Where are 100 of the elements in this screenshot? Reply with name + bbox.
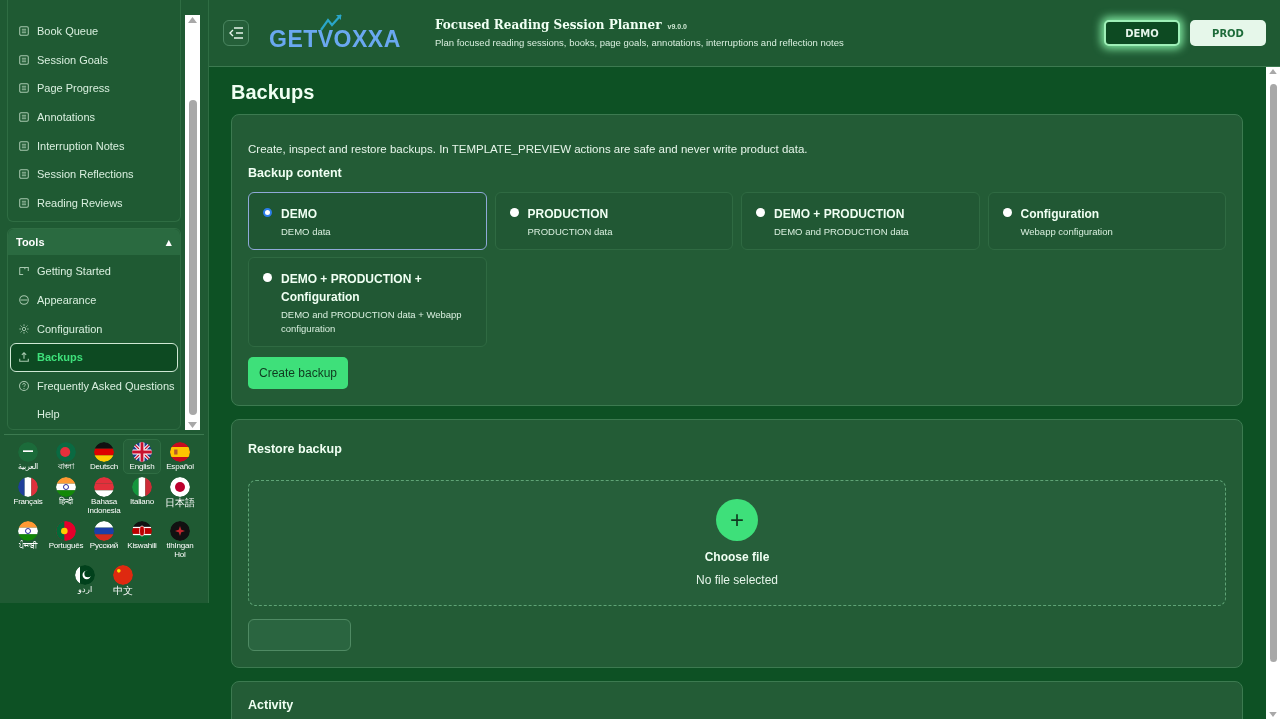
section-title: Backup content	[248, 166, 342, 180]
sidebar-item[interactable]: Backups	[10, 342, 178, 372]
language-label: Italiano	[129, 498, 155, 507]
collapse-sidebar-button[interactable]	[223, 20, 249, 46]
radio-button[interactable]	[509, 208, 519, 217]
language-label: Bahasa Indonesia	[86, 498, 122, 516]
sidebar-item[interactable]: Session Reflections	[10, 159, 178, 189]
option-title: Configuration	[1020, 206, 1101, 223]
upload-icon	[18, 351, 30, 364]
backup-content-option[interactable]: DEMO DEMO data	[248, 192, 487, 250]
section-title: Restore backup	[248, 442, 342, 456]
flag-icon	[18, 442, 38, 462]
flag-icon	[94, 521, 114, 542]
collapse-caret[interactable]: ▴	[166, 235, 172, 249]
sidebar-item[interactable]: Book Queue	[10, 17, 178, 46]
scroll-down-icon[interactable]	[1269, 712, 1277, 717]
radio-button[interactable]	[756, 208, 765, 217]
sidebar-item[interactable]: Getting Started	[10, 257, 178, 286]
language-option[interactable]: 日本語	[161, 474, 199, 519]
environment-toggle[interactable]: DEMO	[1104, 20, 1180, 46]
flag-icon	[132, 521, 152, 542]
language-option[interactable]: ਪੰਜਾਬੀ	[9, 518, 47, 562]
language-label: ਪੰਜਾਬੀ	[18, 542, 38, 551]
language-label: العربية	[18, 463, 38, 472]
option-title: PRODUCTION	[527, 206, 610, 223]
language-option[interactable]: हिन्दी	[47, 474, 85, 519]
option-description: DEMO data	[281, 225, 331, 239]
flag-icon	[56, 521, 76, 542]
language-option[interactable]: Deutsch	[85, 439, 123, 475]
language-label: Español	[166, 463, 194, 472]
create-backup-button[interactable]: Create backup	[248, 357, 349, 389]
backup-content-option[interactable]: PRODUCTION PRODUCTION data	[494, 192, 733, 250]
language-option[interactable]: tlhIngan Hol	[161, 518, 199, 562]
intro-text: Create, inspect and restore backups. In TEMPLATE_PREVIEW actions are safe and never write product data.	[248, 143, 808, 155]
language-option[interactable]: Italiano	[123, 474, 161, 519]
flag-icon	[56, 477, 76, 498]
radio-button[interactable]	[263, 273, 272, 282]
flag-icon	[18, 477, 38, 498]
language-label: اردو	[78, 585, 92, 595]
section-title: Tools	[16, 236, 45, 249]
flag-icon	[94, 477, 114, 498]
document-icon	[18, 196, 30, 209]
screen-icon	[18, 265, 30, 278]
backup-content-option[interactable]: DEMO + PRODUCTION DEMO and PRODUCTION data	[741, 192, 980, 250]
page-title: Backups	[231, 81, 316, 104]
language-label: English	[129, 463, 155, 472]
scrollbar[interactable]	[185, 15, 200, 430]
app-title: Focused Reading Session Planner	[435, 18, 662, 32]
scrollbar-thumb[interactable]	[1269, 84, 1277, 662]
scroll-down-icon[interactable]	[188, 422, 197, 428]
sidebar-item[interactable]: Appearance	[10, 285, 178, 315]
app-subtitle: Plan focused reading sessions, books, page goals, annotations, interruptions and reflection notes	[435, 37, 844, 48]
language-option[interactable]: English	[123, 439, 161, 475]
sidebar-item[interactable]: Reading Reviews	[10, 188, 178, 218]
sidebar-item[interactable]: Page Progress	[10, 74, 178, 103]
scrollbar[interactable]	[1266, 67, 1280, 719]
language-option[interactable]: Русский	[85, 518, 123, 562]
scrollbar-thumb[interactable]	[188, 100, 197, 415]
logo: GETVOXXA	[269, 14, 401, 52]
language-option[interactable]: العربية	[9, 439, 47, 475]
language-option[interactable]: Français	[9, 474, 47, 519]
language-option[interactable]: Bahasa Indonesia	[85, 474, 123, 519]
sidebar-item[interactable]: Interruption Notes	[10, 131, 178, 160]
sidebar-item[interactable]: Session Goals	[10, 45, 178, 75]
radio-button[interactable]	[1002, 208, 1012, 217]
flag-icon	[132, 477, 152, 498]
add-file-button[interactable]: +	[716, 499, 758, 541]
file-drop-zone[interactable]: + Choose file No file selected	[248, 480, 1226, 606]
section-title: Activity	[248, 698, 294, 712]
flag-icon	[94, 442, 114, 462]
document-icon	[18, 82, 30, 95]
radio-button[interactable]	[263, 208, 272, 217]
language-label: 中文	[113, 585, 133, 597]
language-option[interactable]: Português	[47, 518, 85, 562]
scroll-up-icon[interactable]	[1269, 69, 1277, 74]
flag-icon	[170, 477, 190, 498]
collapse-icon	[229, 27, 243, 39]
language-option[interactable]: 中文	[104, 561, 142, 600]
environment-toggle[interactable]: PROD	[1190, 20, 1266, 46]
flag-icon	[170, 442, 190, 462]
sidebar-item[interactable]: Help	[10, 400, 178, 429]
option-title: DEMO	[281, 206, 318, 223]
sidebar-item[interactable]: Annotations	[10, 102, 178, 132]
tools-section-header[interactable]: Tools ▴	[8, 229, 180, 256]
flag-icon	[56, 442, 76, 462]
language-label: Kiswahili	[127, 542, 157, 551]
sidebar-item[interactable]: Configuration	[10, 314, 178, 343]
backup-content-option[interactable]: Configuration Webapp configuration	[987, 192, 1226, 250]
language-option[interactable]: Español	[161, 439, 199, 475]
language-option[interactable]: বাংলা	[47, 439, 85, 475]
flag-icon	[170, 521, 190, 542]
backup-content-option[interactable]: DEMO + PRODUCTION + Configuration DEMO and PRODUCTION data + Webapp configuration	[248, 257, 487, 347]
document-icon	[18, 111, 30, 124]
language-option[interactable]: Kiswahili	[123, 518, 161, 562]
language-label: বাংলা	[57, 463, 75, 472]
help-icon	[18, 379, 30, 392]
language-option[interactable]: اردو	[66, 561, 104, 600]
flag-icon	[75, 564, 95, 585]
sidebar-item[interactable]: Frequently Asked Questions	[10, 371, 178, 401]
scroll-up-icon[interactable]	[188, 17, 197, 23]
